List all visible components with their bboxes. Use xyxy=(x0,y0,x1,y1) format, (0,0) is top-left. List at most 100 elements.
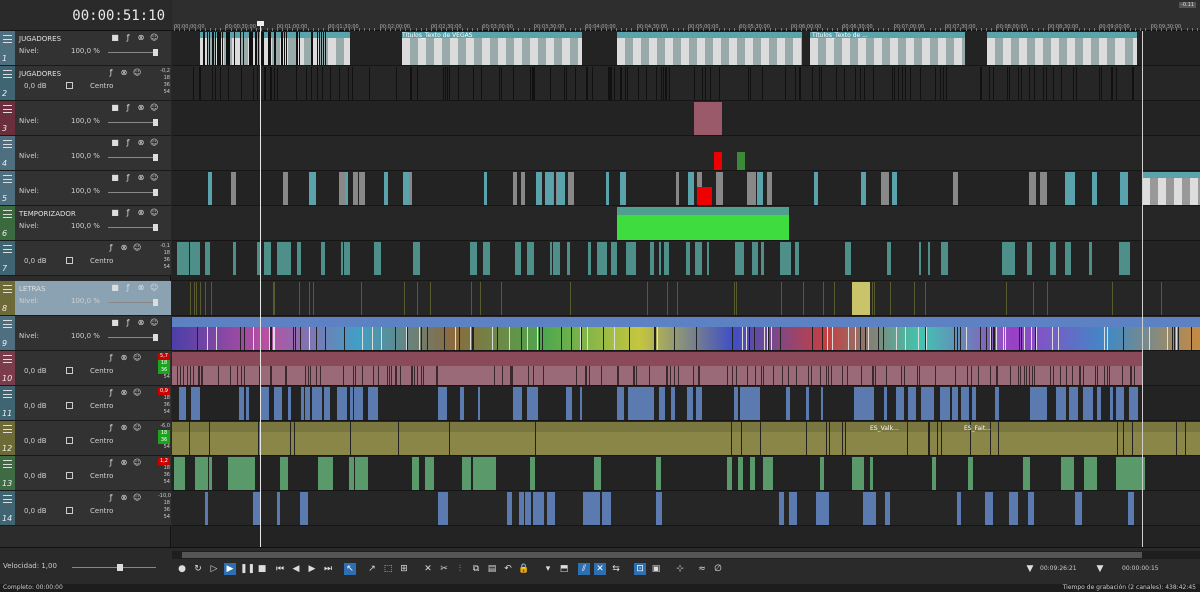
audio-clip[interactable] xyxy=(278,387,282,420)
audio-clip[interactable] xyxy=(785,387,790,420)
audio-clip[interactable] xyxy=(734,387,738,420)
audio-clip[interactable] xyxy=(374,242,381,275)
solo-icon[interactable]: ☺ xyxy=(150,319,158,327)
audio-clip[interactable] xyxy=(368,387,378,420)
volume-knob[interactable] xyxy=(66,437,73,444)
solo-icon[interactable]: ☺ xyxy=(133,494,141,502)
audio-clip[interactable] xyxy=(580,387,583,420)
normal-edit-tool-icon[interactable]: ↖ xyxy=(344,563,356,575)
audio-clip[interactable] xyxy=(611,242,617,275)
audio-clip[interactable] xyxy=(1042,387,1047,420)
video-clip[interactable] xyxy=(1029,172,1037,205)
video-clip[interactable] xyxy=(746,172,756,205)
video-clip[interactable] xyxy=(881,172,890,205)
audio-clip[interactable] xyxy=(1030,387,1034,420)
video-clip[interactable] xyxy=(567,172,574,205)
audio-clip[interactable] xyxy=(695,387,703,420)
audio-clip[interactable] xyxy=(321,242,326,275)
audio-clip[interactable] xyxy=(483,242,491,275)
audio-clip[interactable] xyxy=(477,387,481,420)
mute-icon[interactable]: ⊗ xyxy=(137,174,145,182)
audio-clip[interactable] xyxy=(277,492,281,525)
audio-clip[interactable] xyxy=(238,387,245,420)
solo-icon[interactable]: ☺ xyxy=(150,104,158,112)
solo-icon[interactable]: ☺ xyxy=(133,389,141,397)
video-clip[interactable] xyxy=(697,187,712,205)
audio-clip[interactable] xyxy=(205,492,209,525)
mute-icon[interactable]: ⊗ xyxy=(120,459,128,467)
track-header-1[interactable]: 1 JUGADORES Nivel: 100,0 % ■ ƒ ⊗ ☺ xyxy=(0,31,171,66)
timecode-display[interactable]: 00:00:51:10 xyxy=(0,0,171,31)
copy-icon[interactable]: ⧉ xyxy=(470,563,482,575)
track-header-10[interactable]: 10 0,0 dB Centro ƒ ⊗ ☺ 5,7 18 36 54 xyxy=(0,351,171,386)
track-name[interactable]: TEMPORIZADOR xyxy=(19,210,76,218)
audio-clip[interactable] xyxy=(1082,387,1091,420)
motion-icon[interactable]: ■ xyxy=(111,139,119,147)
audio-clip[interactable] xyxy=(549,242,553,275)
audio-clip[interactable] xyxy=(438,492,449,525)
fx-icon[interactable]: ƒ xyxy=(107,494,115,502)
fx-icon[interactable]: ƒ xyxy=(107,459,115,467)
lock-envelopes-icon[interactable]: ⊡ xyxy=(634,563,646,575)
audio-clip[interactable] xyxy=(655,457,662,490)
video-clip[interactable] xyxy=(1040,172,1047,205)
title-clip[interactable] xyxy=(617,32,802,65)
audio-clip[interactable] xyxy=(694,242,703,275)
auto-crossfade-icon[interactable]: ✕ xyxy=(594,563,606,575)
track-name[interactable]: JUGADORES xyxy=(19,35,61,43)
lock-icon[interactable]: 🔒 xyxy=(518,563,530,575)
track-number-badge[interactable]: 2 xyxy=(0,66,15,100)
audio-clip[interactable] xyxy=(671,387,676,420)
audio-clip[interactable] xyxy=(1037,387,1042,420)
audio-clip[interactable] xyxy=(260,387,269,420)
audio-clip[interactable] xyxy=(202,457,208,490)
video-clip[interactable] xyxy=(861,172,867,205)
video-clip[interactable] xyxy=(282,172,289,205)
track-header-3[interactable]: 3 Nivel: 100,0 % ■ ƒ ⊗ ☺ xyxy=(0,101,171,136)
mute-event-icon[interactable]: ∅ xyxy=(712,563,724,575)
video-clip[interactable] xyxy=(757,172,763,205)
ignore-grouping-icon[interactable]: ▣ xyxy=(650,563,662,575)
audio-clip[interactable] xyxy=(317,457,323,490)
audio-clip[interactable] xyxy=(1084,457,1097,490)
fx-icon[interactable]: ƒ xyxy=(124,139,132,147)
audio-clip[interactable] xyxy=(924,387,931,420)
next-frame-icon[interactable]: ▶ xyxy=(306,563,318,575)
audio-clip[interactable] xyxy=(321,457,333,490)
audio-clip[interactable] xyxy=(355,457,368,490)
audio-clip[interactable] xyxy=(968,457,973,490)
track-header-5[interactable]: 5 Nivel: 100,0 % ■ ƒ ⊗ ☺ xyxy=(0,171,171,206)
video-clip[interactable] xyxy=(952,172,958,205)
audio-clip[interactable] xyxy=(254,492,259,525)
stop-icon[interactable]: ■ xyxy=(256,563,268,575)
audio-clip[interactable] xyxy=(191,387,196,420)
audio-clip[interactable] xyxy=(1049,242,1056,275)
audio-clip[interactable] xyxy=(746,387,755,420)
audio-clip[interactable] xyxy=(1088,242,1093,275)
audio-clip[interactable] xyxy=(788,492,798,525)
pause-icon[interactable]: ❚❚ xyxy=(240,563,255,575)
audio-clip[interactable] xyxy=(778,492,784,525)
motion-icon[interactable]: ■ xyxy=(111,34,119,42)
video-clip[interactable] xyxy=(737,152,745,170)
audio-clip[interactable] xyxy=(927,242,930,275)
audio-clip[interactable] xyxy=(529,387,538,420)
track-number-badge[interactable]: 11 xyxy=(0,386,15,420)
envelope-tool-icon[interactable]: ↗ xyxy=(366,563,378,575)
audio-clip[interactable] xyxy=(686,242,690,275)
audio-clip[interactable] xyxy=(281,457,288,490)
delete-icon[interactable]: ✕ xyxy=(422,563,434,575)
motion-icon[interactable]: ■ xyxy=(111,209,119,217)
solo-icon[interactable]: ☺ xyxy=(133,244,141,252)
track-number-badge[interactable]: 7 xyxy=(0,241,15,275)
audio-clip[interactable] xyxy=(296,242,301,275)
loop-end-marker[interactable] xyxy=(1142,31,1143,547)
video-clip[interactable] xyxy=(619,172,627,205)
audio-clip[interactable] xyxy=(472,242,477,275)
audio-clip[interactable] xyxy=(1117,457,1129,490)
track-name[interactable]: LETRAS xyxy=(19,285,45,293)
audio-clip[interactable] xyxy=(350,387,353,420)
level-slider[interactable] xyxy=(108,224,158,231)
playhead-cursor[interactable] xyxy=(260,22,261,547)
video-clip[interactable] xyxy=(688,172,695,205)
